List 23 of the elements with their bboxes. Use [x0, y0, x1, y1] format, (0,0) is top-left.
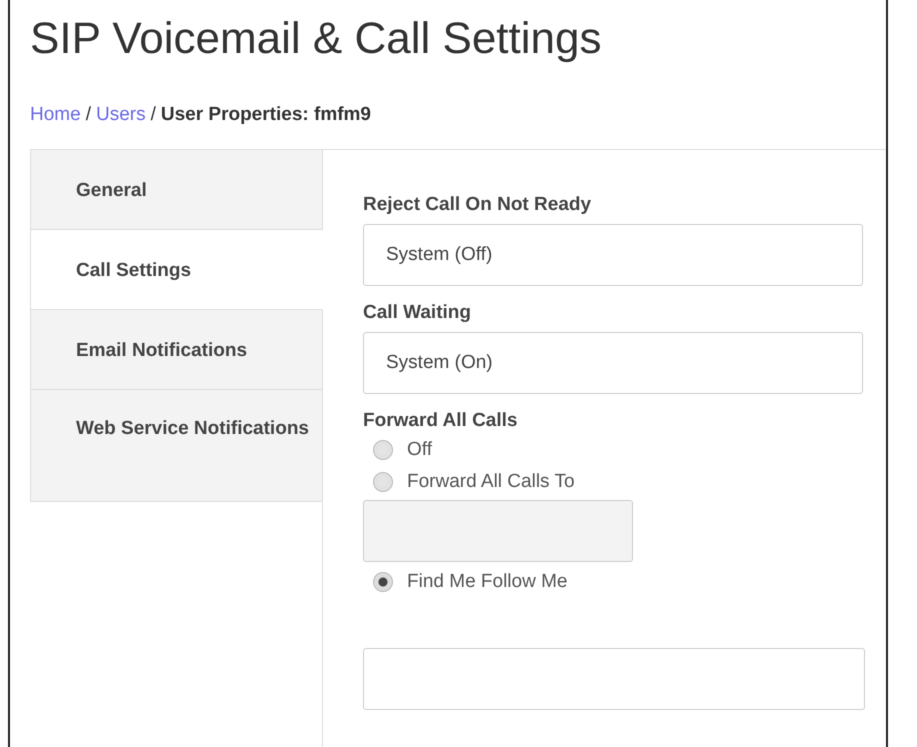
- breadcrumb-link[interactable]: Users: [96, 104, 146, 126]
- radio-option[interactable]: Off: [373, 434, 432, 466]
- radio-option[interactable]: Forward All Calls To: [373, 466, 575, 498]
- page-title: SIP Voicemail & Call Settings: [30, 14, 602, 64]
- breadcrumb-link[interactable]: Home: [30, 104, 81, 126]
- breadcrumb-separator: /: [86, 104, 91, 126]
- select-field[interactable]: System (Off): [363, 224, 863, 286]
- sidebar-tab[interactable]: General: [30, 150, 323, 230]
- select-field[interactable]: [363, 648, 865, 710]
- sidebar-tab[interactable]: Email Notifications: [30, 310, 323, 390]
- sidebar-tab[interactable]: Call Settings: [30, 230, 323, 310]
- field-label: Reject Call On Not Ready: [363, 194, 592, 216]
- sidebar-tab[interactable]: Web Service Notifications: [30, 390, 323, 502]
- breadcrumb-current: User Properties: fmfm9: [160, 104, 371, 126]
- forward-number-field[interactable]: [363, 500, 633, 562]
- select-field[interactable]: System (On): [363, 332, 863, 394]
- field-label: Call Waiting: [363, 302, 472, 324]
- radio-button-icon[interactable]: [373, 572, 393, 592]
- radio-option[interactable]: Find Me Follow Me: [373, 566, 568, 598]
- breadcrumb-separator: /: [150, 104, 156, 126]
- field-label: Forward All Calls: [363, 410, 518, 432]
- radio-button-icon[interactable]: [373, 440, 393, 460]
- radio-button-icon[interactable]: [373, 472, 393, 492]
